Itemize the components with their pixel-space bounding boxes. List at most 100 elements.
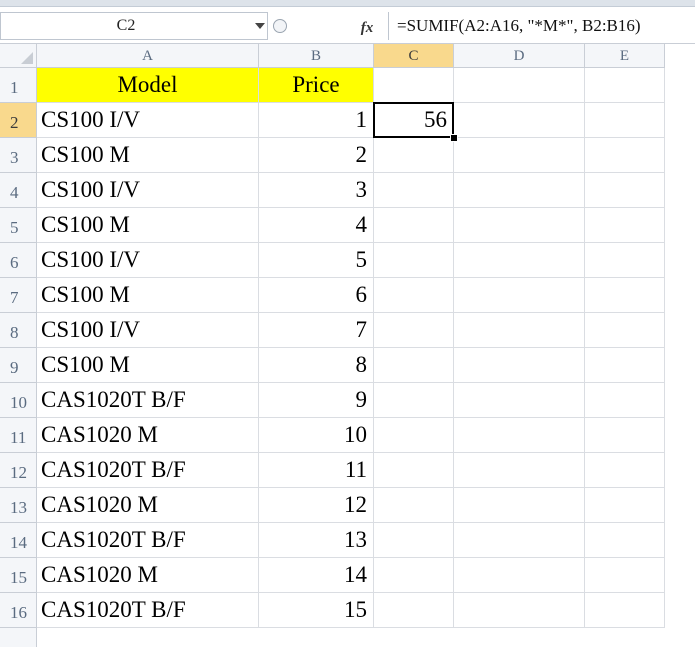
cell-c7[interactable] — [374, 278, 454, 313]
column-header-e[interactable]: E — [585, 44, 665, 68]
cell-e4[interactable] — [585, 173, 665, 208]
row-header-6[interactable]: 6 — [0, 243, 37, 278]
select-all-button[interactable] — [0, 44, 37, 68]
cell-c4[interactable] — [374, 173, 454, 208]
cell-d6[interactable] — [454, 243, 585, 278]
row-header-2[interactable]: 2 — [0, 103, 37, 138]
row-header-7[interactable]: 7 — [0, 278, 37, 313]
row-header-8[interactable]: 8 — [0, 313, 37, 348]
cell-a10[interactable]: CAS1020T B/F — [37, 383, 259, 418]
cell-d5[interactable] — [454, 208, 585, 243]
cell-b10[interactable]: 9 — [259, 383, 374, 418]
cell-a9[interactable]: CS100 M — [37, 348, 259, 383]
cell-a3[interactable]: CS100 M — [37, 138, 259, 173]
row-header-9[interactable]: 9 — [0, 348, 37, 383]
cell-a1[interactable]: Model — [37, 68, 259, 103]
column-header-d[interactable]: D — [454, 44, 585, 68]
cell-a4[interactable]: CS100 I/V — [37, 173, 259, 208]
column-header-a[interactable]: A — [37, 44, 259, 68]
cell-c1[interactable] — [374, 68, 454, 103]
cell-e15[interactable] — [585, 558, 665, 593]
cell-d2[interactable] — [454, 103, 585, 138]
cell-d4[interactable] — [454, 173, 585, 208]
cell-d11[interactable] — [454, 418, 585, 453]
cell-c10[interactable] — [374, 383, 454, 418]
cell-c13[interactable] — [374, 488, 454, 523]
cell-a2[interactable]: CS100 I/V — [37, 103, 259, 138]
cell-b12[interactable]: 11 — [259, 453, 374, 488]
row-header-11[interactable]: 11 — [0, 418, 37, 453]
cell-a12[interactable]: CAS1020T B/F — [37, 453, 259, 488]
cell-b4[interactable]: 3 — [259, 173, 374, 208]
cell-a7[interactable]: CS100 M — [37, 278, 259, 313]
cell-b1[interactable]: Price — [259, 68, 374, 103]
cell-c3[interactable] — [374, 138, 454, 173]
cell-c12[interactable] — [374, 453, 454, 488]
cell-e16[interactable] — [585, 593, 665, 628]
row-header-16[interactable]: 16 — [0, 593, 37, 628]
cell-d10[interactable] — [454, 383, 585, 418]
cell-b3[interactable]: 2 — [259, 138, 374, 173]
cell-b15[interactable]: 14 — [259, 558, 374, 593]
cell-e6[interactable] — [585, 243, 665, 278]
cell-d13[interactable] — [454, 488, 585, 523]
row-header-extra[interactable] — [0, 628, 37, 647]
cell-d15[interactable] — [454, 558, 585, 593]
cell-e5[interactable] — [585, 208, 665, 243]
cell-b11[interactable]: 10 — [259, 418, 374, 453]
cell-a13[interactable]: CAS1020 M — [37, 488, 259, 523]
cell-a11[interactable]: CAS1020 M — [37, 418, 259, 453]
row-header-13[interactable]: 13 — [0, 488, 37, 523]
cell-e10[interactable] — [585, 383, 665, 418]
cell-d12[interactable] — [454, 453, 585, 488]
cell-a8[interactable]: CS100 I/V — [37, 313, 259, 348]
cell-e7[interactable] — [585, 278, 665, 313]
cell-c9[interactable] — [374, 348, 454, 383]
cell-e14[interactable] — [585, 523, 665, 558]
cell-e13[interactable] — [585, 488, 665, 523]
column-header-c[interactable]: C — [374, 44, 454, 68]
row-header-1[interactable]: 1 — [0, 68, 37, 103]
cell-d8[interactable] — [454, 313, 585, 348]
cell-e3[interactable] — [585, 138, 665, 173]
cell-c11[interactable] — [374, 418, 454, 453]
cell-c6[interactable] — [374, 243, 454, 278]
cell-b13[interactable]: 12 — [259, 488, 374, 523]
column-header-b[interactable]: B — [259, 44, 374, 68]
spreadsheet-grid[interactable]: A B C D E 1 Model Price 2 CS100 I/V 1 56 3 CS100 M24C… — [0, 44, 695, 647]
row-header-4[interactable]: 4 — [0, 173, 37, 208]
insert-function-icon[interactable]: fx — [356, 18, 378, 38]
cell-d14[interactable] — [454, 523, 585, 558]
cell-b16[interactable]: 15 — [259, 593, 374, 628]
cell-b14[interactable]: 13 — [259, 523, 374, 558]
cell-e2[interactable] — [585, 103, 665, 138]
chevron-down-icon[interactable] — [255, 23, 265, 29]
cell-b9[interactable]: 8 — [259, 348, 374, 383]
cell-c5[interactable] — [374, 208, 454, 243]
cell-e9[interactable] — [585, 348, 665, 383]
cell-a14[interactable]: CAS1020T B/F — [37, 523, 259, 558]
cell-b6[interactable]: 5 — [259, 243, 374, 278]
row-header-15[interactable]: 15 — [0, 558, 37, 593]
name-box[interactable]: C2 — [0, 12, 268, 40]
cell-a15[interactable]: CAS1020 M — [37, 558, 259, 593]
row-header-10[interactable]: 10 — [0, 383, 37, 418]
cell-d1[interactable] — [454, 68, 585, 103]
cell-e11[interactable] — [585, 418, 665, 453]
resize-grip-icon[interactable] — [273, 15, 287, 37]
fill-handle[interactable] — [450, 134, 458, 142]
row-header-12[interactable]: 12 — [0, 453, 37, 488]
row-header-3[interactable]: 3 — [0, 138, 37, 173]
cell-d9[interactable] — [454, 348, 585, 383]
cell-d7[interactable] — [454, 278, 585, 313]
cell-b7[interactable]: 6 — [259, 278, 374, 313]
cell-c16[interactable] — [374, 593, 454, 628]
cell-a6[interactable]: CS100 I/V — [37, 243, 259, 278]
cell-d16[interactable] — [454, 593, 585, 628]
cell-d3[interactable] — [454, 138, 585, 173]
cell-e1[interactable] — [585, 68, 665, 103]
cell-e8[interactable] — [585, 313, 665, 348]
cell-a5[interactable]: CS100 M — [37, 208, 259, 243]
cell-b5[interactable]: 4 — [259, 208, 374, 243]
row-header-5[interactable]: 5 — [0, 208, 37, 243]
